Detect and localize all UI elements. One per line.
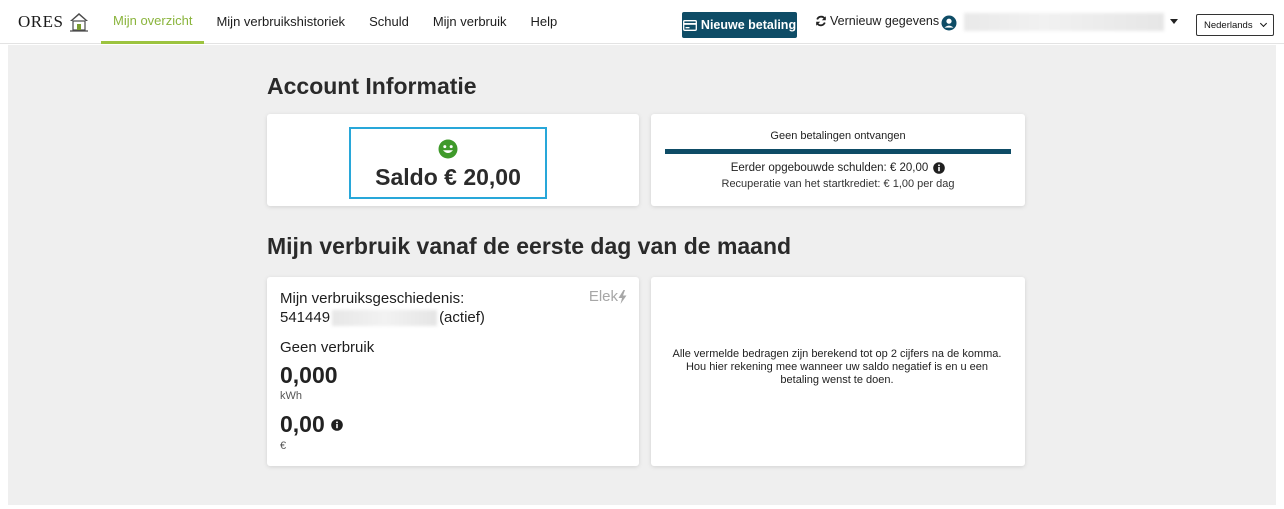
usage-history-label: Mijn verbruiksgeschiedenis: [280, 290, 465, 307]
refresh-label: Vernieuw gegevens [830, 14, 940, 28]
meter-id-row: 541449 (actief) [280, 309, 485, 326]
main-nav: Mijn overzicht Mijn verbruikshistoriek S… [101, 0, 569, 44]
meter-id-redacted [332, 309, 438, 326]
usage-card: Mijn verbruiksgeschiedenis: Elek 541449 … [267, 277, 639, 466]
balance-card: Saldo € 20,00 [267, 114, 639, 206]
language-select[interactable]: Nederlands [1196, 14, 1274, 36]
new-payment-button[interactable]: Nieuwe betaling [682, 12, 797, 38]
balance-highlight-box: Saldo € 20,00 [349, 127, 547, 199]
account-info-heading: Account Informatie [267, 73, 477, 99]
energy-type-label: Elek [589, 288, 627, 305]
no-usage-label: Geen verbruik [280, 339, 375, 356]
ores-logo[interactable]: ORES [18, 11, 90, 33]
payment-status-card: Geen betalingen ontvangen Eerder opgebou… [651, 114, 1025, 206]
house-logo-icon [70, 13, 89, 32]
refresh-data-button[interactable]: Vernieuw gegevens [815, 14, 939, 28]
meter-status: (actief) [439, 309, 485, 326]
language-select-value: Nederlands [1204, 19, 1253, 31]
top-navigation-bar: ORES Mijn overzicht Mijn verbruikshistor… [0, 0, 1284, 44]
nav-schuld[interactable]: Schuld [357, 0, 421, 44]
nav-mijn-overzicht[interactable]: Mijn overzicht [101, 0, 205, 44]
info-icon[interactable] [933, 162, 946, 174]
payment-progress-bar [665, 149, 1011, 154]
nav-mijn-verbruik[interactable]: Mijn verbruik [421, 0, 519, 44]
main-content: Account Informatie Saldo € 20,00 Geen be… [8, 45, 1276, 505]
kwh-value: 0,000 [280, 362, 338, 388]
balance-amount: Saldo € 20,00 [375, 164, 521, 190]
info-icon[interactable] [330, 418, 343, 431]
euro-value-row: 0,00 [280, 411, 343, 438]
credit-card-icon [682, 19, 697, 31]
chevron-down-icon [1259, 19, 1268, 28]
rounding-note-text: Alle vermelde bedragen zijn berekend tot… [672, 348, 1002, 386]
previous-debts-row: Eerder opgebouwde schulden: € 20,00 [651, 162, 1025, 174]
nav-mijn-verbruikshistoriek[interactable]: Mijn verbruikshistoriek [204, 0, 357, 44]
account-name-redacted [964, 13, 1164, 31]
account-menu-caret-icon[interactable] [1170, 19, 1178, 24]
refresh-icon [816, 15, 826, 27]
lightning-bolt-icon [618, 289, 627, 304]
user-account-icon[interactable] [941, 15, 957, 31]
nav-help[interactable]: Help [519, 0, 570, 44]
previous-debts-text: Eerder opgebouwde schulden: € 20,00 [730, 162, 929, 174]
smiley-face-icon [438, 139, 458, 159]
energy-type-text: Elek [588, 288, 618, 305]
kwh-unit: kWh [280, 390, 302, 402]
recuperation-text: Recuperatie van het startkrediet: € 1,00… [721, 178, 955, 190]
payment-status-text: Geen betalingen ontvangen [770, 130, 906, 142]
logo-text: ORES [18, 12, 64, 31]
meter-id-prefix: 541449 [280, 309, 331, 326]
euro-unit: € [280, 440, 287, 452]
new-payment-label: Nieuwe betaling [700, 18, 797, 32]
rounding-note-card: Alle vermelde bedragen zijn berekend tot… [651, 277, 1025, 466]
euro-value: 0,00 [280, 411, 325, 437]
usage-heading: Mijn verbruik vanaf de eerste dag van de… [267, 233, 792, 259]
